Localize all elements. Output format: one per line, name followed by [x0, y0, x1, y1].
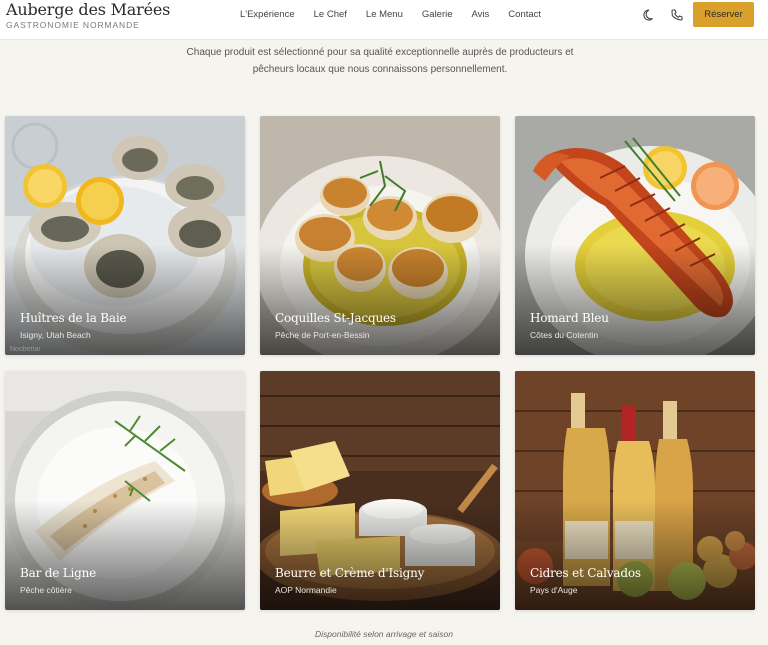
product-origin: AOP Normandie	[275, 585, 337, 595]
nav-link-experience[interactable]: L'Expérience	[240, 9, 295, 20]
product-title: Cidres et Calvados	[530, 566, 641, 580]
reserve-button[interactable]: Réserver	[693, 2, 754, 27]
product-title: Homard Bleu	[530, 311, 609, 325]
nav-link-reviews[interactable]: Avis	[472, 9, 490, 20]
intro-text: Chaque produit est sélectionné pour sa q…	[160, 44, 600, 78]
nav-link-chef[interactable]: Le Chef	[314, 9, 347, 20]
product-card-scallops[interactable]: Coquilles St-Jacques Pêche de Port-en-Be…	[260, 116, 500, 355]
product-origin: Pêche de Port-en-Bessin	[275, 330, 370, 340]
intro-line-2: pêcheurs locaux que nous connaissons per…	[252, 64, 508, 75]
product-title: Beurre et Crème d'Isigny	[275, 566, 425, 580]
moon-icon[interactable]	[643, 8, 657, 22]
availability-note: Disponibilité selon arrivage et saison	[315, 629, 453, 639]
brand-subtitle: GASTRONOMIE NORMANDE	[6, 20, 140, 30]
product-card-butter-cream[interactable]: Beurre et Crème d'Isigny AOP Normandie	[260, 371, 500, 610]
brand-title: Auberge des Marées	[6, 0, 171, 19]
brand-logo[interactable]: Auberge des Marées GASTRONOMIE NORMANDE	[6, 0, 171, 31]
product-card-sea-bass[interactable]: Bar de Ligne Pêche côtière	[5, 371, 245, 610]
nav-link-gallery[interactable]: Galerie	[422, 9, 453, 20]
product-card-cider-calvados[interactable]: Cidres et Calvados Pays d'Auge	[515, 371, 755, 610]
main-nav: L'Expérience Le Chef Le Menu Galerie Avi…	[240, 9, 560, 20]
product-origin: Pêche côtière	[20, 585, 72, 595]
product-title: Coquilles St-Jacques	[275, 311, 396, 325]
product-origin: Côtes du Cotentin	[530, 330, 599, 340]
phone-icon[interactable]	[670, 8, 684, 22]
top-navbar: Auberge des Marées GASTRONOMIE NORMANDE …	[0, 0, 768, 40]
product-origin: Pays d'Auge	[530, 585, 578, 595]
intro-line-1: Chaque produit est sélectionné pour sa q…	[186, 47, 574, 58]
product-title: Bar de Ligne	[20, 566, 97, 580]
product-card-lobster[interactable]: Homard Bleu Côtes du Cotentin	[515, 116, 755, 355]
photo-credit: Noobettar	[10, 346, 41, 353]
products-grid: Huîtres de la Baie Isigny, Utah Beach No…	[5, 116, 755, 610]
product-card-oysters[interactable]: Huîtres de la Baie Isigny, Utah Beach No…	[5, 116, 245, 355]
nav-link-contact[interactable]: Contact	[508, 9, 541, 20]
product-origin: Isigny, Utah Beach	[20, 330, 91, 340]
product-title: Huîtres de la Baie	[20, 311, 127, 325]
nav-link-menu[interactable]: Le Menu	[366, 9, 403, 20]
